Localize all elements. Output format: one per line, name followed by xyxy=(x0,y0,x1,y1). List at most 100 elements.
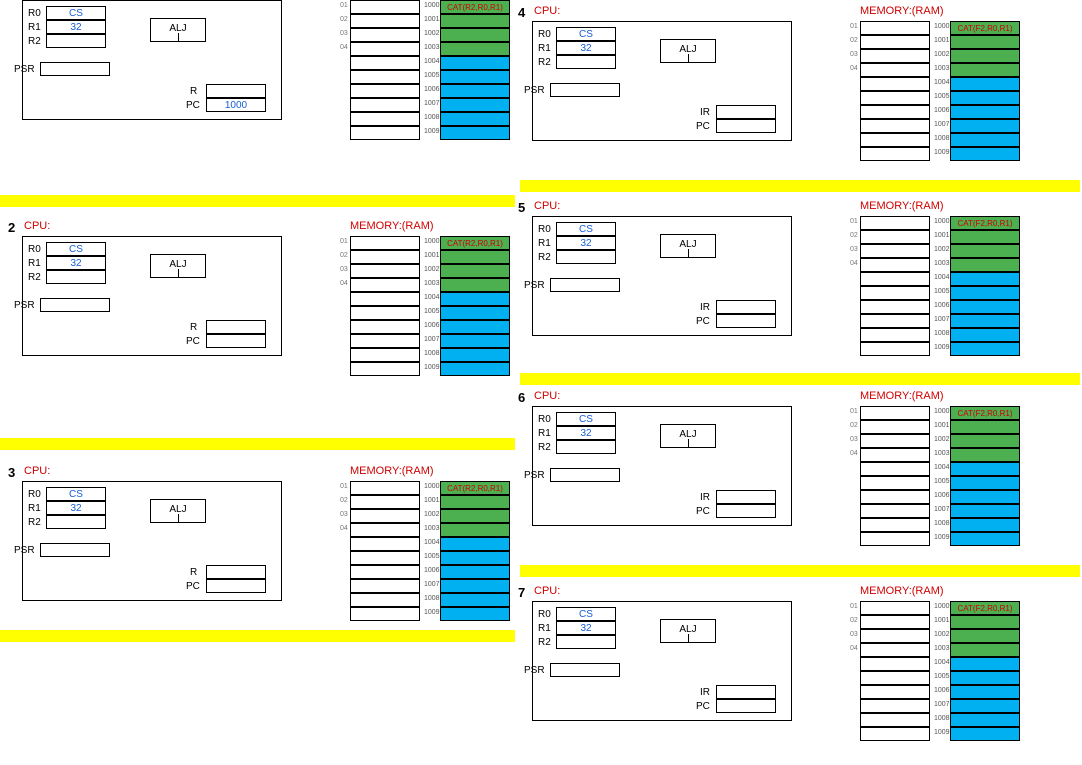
mem-index: 03 xyxy=(850,436,858,443)
mem-addr-cell xyxy=(350,579,420,593)
mem-data-cell xyxy=(440,607,510,621)
reg-R0: CS xyxy=(46,487,106,501)
mem-index: 03 xyxy=(850,246,858,253)
mem-addr-number: 1007 xyxy=(424,581,438,588)
reg-label-R2: R2 xyxy=(538,637,551,648)
mem-data-cell xyxy=(950,476,1020,490)
mem-addr-cell xyxy=(350,348,420,362)
mem-addr-cell xyxy=(350,334,420,348)
mem-data-cell xyxy=(950,328,1020,342)
mem-data-cell xyxy=(950,462,1020,476)
psr-cell xyxy=(550,468,620,482)
mem-addr-number: 1003 xyxy=(424,44,438,51)
mem-addr-number: 1007 xyxy=(934,701,948,708)
mem-data-cell xyxy=(950,35,1020,49)
reg-R0: CS xyxy=(556,607,616,621)
mem-addr-cell xyxy=(860,671,930,685)
mem-addr-cell xyxy=(860,462,930,476)
mem-data-cell xyxy=(950,133,1020,147)
mem-index: 02 xyxy=(850,37,858,44)
mem-data-cell xyxy=(440,362,510,376)
pc-cell xyxy=(716,314,776,328)
step-panel-6: 6CPU:MEMORY:(RAM)R0CSR132R2ALJPSRIRPC011… xyxy=(520,390,1030,570)
mem-addr-cell xyxy=(860,77,930,91)
mem-addr-number: 1007 xyxy=(934,121,948,128)
reg-label-R1: R1 xyxy=(538,43,551,54)
reg-R0: CS xyxy=(556,412,616,426)
mem-addr-cell xyxy=(860,314,930,328)
mem-addr-number: 1009 xyxy=(424,364,438,371)
mem-addr-cell xyxy=(860,133,930,147)
mem-addr-cell xyxy=(860,286,930,300)
reg-R2 xyxy=(556,55,616,69)
mem-addr-cell xyxy=(350,306,420,320)
mem-addr-number: 1009 xyxy=(934,149,948,156)
mem-addr-cell xyxy=(860,490,930,504)
mem-addr-number: 1007 xyxy=(934,316,948,323)
mem-index: 01 xyxy=(340,483,348,490)
reg-label-R1: R1 xyxy=(538,238,551,249)
mem-addr-cell xyxy=(860,328,930,342)
mem-data-cell: CAT(R2,R0,R1) xyxy=(440,481,510,495)
psr-label: PSR xyxy=(524,280,545,291)
mem-addr-cell xyxy=(350,481,420,495)
step-number: 6 xyxy=(518,390,525,405)
mem-data-cell xyxy=(950,434,1020,448)
mem-addr-number: 1002 xyxy=(424,266,438,273)
mem-addr-cell xyxy=(860,406,930,420)
mem-data-cell xyxy=(950,532,1020,546)
mem-addr-number: 1007 xyxy=(424,100,438,107)
mem-addr-cell xyxy=(350,126,420,140)
mem-index: 04 xyxy=(850,65,858,72)
mem-addr-cell xyxy=(350,495,420,509)
psr-label: PSR xyxy=(524,470,545,481)
pc-label: PC xyxy=(696,121,710,132)
mem-addr-number: 1000 xyxy=(934,408,948,415)
mem-addr-cell xyxy=(860,49,930,63)
mem-index: 02 xyxy=(340,16,348,23)
mem-data-cell xyxy=(440,509,510,523)
mem-addr-cell xyxy=(860,713,930,727)
psr-cell xyxy=(40,62,110,76)
mem-data-cell xyxy=(440,70,510,84)
memory-label: MEMORY:(RAM) xyxy=(860,585,944,597)
psr-cell xyxy=(550,278,620,292)
alu-box: ALJ xyxy=(660,234,716,258)
mem-data-cell xyxy=(440,551,510,565)
mem-index: 02 xyxy=(340,252,348,259)
mem-addr-cell xyxy=(350,28,420,42)
mem-index: 04 xyxy=(340,280,348,287)
mem-data-cell xyxy=(950,300,1020,314)
mem-addr-number: 1009 xyxy=(424,128,438,135)
pc-label: PC xyxy=(186,336,200,347)
psr-label: PSR xyxy=(14,64,35,75)
mem-index: 02 xyxy=(850,617,858,624)
mem-addr-cell xyxy=(350,593,420,607)
mem-data-cell xyxy=(950,420,1020,434)
mem-addr-number: 1006 xyxy=(424,322,438,329)
mem-addr-cell xyxy=(860,105,930,119)
mem-addr-cell xyxy=(350,14,420,28)
mem-addr-cell xyxy=(860,244,930,258)
mem-addr-cell xyxy=(860,727,930,741)
mem-addr-cell xyxy=(860,685,930,699)
pc-cell: 1000 xyxy=(206,98,266,112)
mem-addr-number: 1007 xyxy=(934,506,948,513)
mem-addr-cell xyxy=(350,320,420,334)
mem-addr-cell xyxy=(860,532,930,546)
reg-label-R2: R2 xyxy=(28,517,41,528)
mem-addr-cell xyxy=(860,230,930,244)
psr-cell xyxy=(550,83,620,97)
mem-addr-cell xyxy=(860,643,930,657)
mem-data-cell xyxy=(440,84,510,98)
mem-addr-number: 1009 xyxy=(934,729,948,736)
reg-label-R1: R1 xyxy=(28,258,41,269)
mem-addr-number: 1004 xyxy=(934,659,948,666)
mem-index: 03 xyxy=(340,511,348,518)
mem-data-cell: CAT(R2,R0,R1) xyxy=(440,0,510,14)
cpu-label: CPU: xyxy=(534,390,560,402)
ir-cell xyxy=(206,320,266,334)
psr-label: PSR xyxy=(14,300,35,311)
mem-addr-number: 1009 xyxy=(934,534,948,541)
mem-addr-number: 1008 xyxy=(934,715,948,722)
